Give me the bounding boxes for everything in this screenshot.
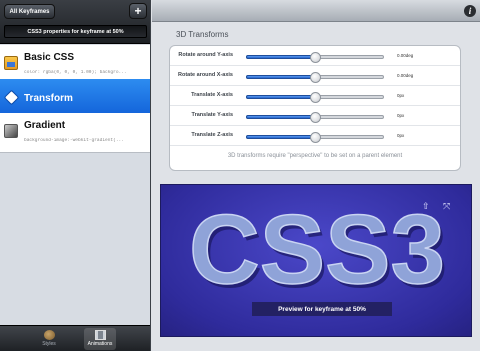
- slider-fill: [246, 95, 314, 99]
- tab-label: Styles: [42, 341, 56, 347]
- list-item-title: Transform: [24, 93, 73, 104]
- tab-label: Animations: [87, 341, 113, 347]
- preview-caption: Preview for keyframe at 50%: [252, 302, 392, 316]
- translate-z-slider[interactable]: [246, 132, 384, 143]
- palette-icon: [43, 330, 55, 340]
- keyframe-preview: CSS3 CSS3 ⇧ ⤧ Preview for keyframe at 50…: [160, 184, 472, 337]
- row-value: 0.00deg: [397, 73, 414, 78]
- row-label: Rotate around Y-axis: [178, 52, 233, 58]
- transforms-panel: Rotate around Y-axis 0.00deg Rotate arou…: [169, 45, 461, 171]
- tab-animations[interactable]: Animations: [84, 328, 116, 350]
- tab-styles[interactable]: Styles: [33, 328, 65, 350]
- row-label: Translate X-axis: [191, 92, 233, 98]
- list-item-title: Basic CSS: [24, 52, 75, 63]
- expand-icon[interactable]: ⤧: [443, 201, 450, 212]
- slider-fill: [246, 135, 314, 139]
- rotate-y-row: Rotate around Y-axis 0.00deg: [170, 46, 460, 66]
- row-value: 0px: [397, 113, 405, 118]
- all-keyframes-button[interactable]: All Keyframes: [4, 4, 55, 19]
- perspective-note: 3D transforms require "perspective" to b…: [227, 153, 403, 159]
- slider-knob[interactable]: [310, 112, 321, 123]
- preview-text: CSS3: [189, 194, 445, 304]
- row-value: 0.00deg: [397, 53, 414, 58]
- translate-y-slider[interactable]: [246, 112, 384, 123]
- section-title: 3D Transforms: [176, 30, 229, 39]
- transform-icon: [3, 89, 20, 106]
- css-palette-icon: [4, 56, 18, 70]
- list-item-detail: color: rgba(0, 0, 0, 1.00); backgro...: [24, 70, 127, 75]
- slider-knob[interactable]: [310, 52, 321, 63]
- add-button[interactable]: +: [129, 3, 147, 19]
- slider-fill: [246, 75, 314, 79]
- rotate-y-slider[interactable]: [246, 52, 384, 63]
- translate-x-row: Translate X-axis 0px: [170, 86, 460, 106]
- film-icon: [94, 330, 106, 340]
- slider-knob[interactable]: [310, 132, 321, 143]
- list-item-title: Gradient: [24, 120, 66, 131]
- arrow-up-icon[interactable]: ⇧: [422, 201, 430, 212]
- sidebar-tabbar: Styles Animations: [0, 325, 150, 351]
- row-value: 0px: [397, 93, 405, 98]
- translate-z-row: Translate Z-axis 0px: [170, 126, 460, 146]
- keyframe-caption: CSS3 properties for keyframe at 50%: [4, 25, 147, 38]
- row-label: Translate Y-axis: [191, 112, 233, 118]
- info-icon[interactable]: i: [464, 5, 476, 17]
- list-item-gradient[interactable]: Gradient background-image:-webkit-gradie…: [0, 113, 150, 153]
- rotate-x-row: Rotate around X-axis 0.00deg: [170, 66, 460, 86]
- slider-fill: [246, 55, 314, 59]
- sidebar-toolbar: All Keyframes + CSS3 properties for keyf…: [0, 0, 150, 44]
- row-label: Translate Z-axis: [191, 132, 233, 138]
- main-toolbar: [152, 0, 480, 22]
- slider-knob[interactable]: [310, 72, 321, 83]
- row-label: Rotate around X-axis: [177, 72, 233, 78]
- row-value: 0px: [397, 133, 405, 138]
- gradient-icon: [4, 124, 18, 138]
- translate-y-row: Translate Y-axis 0px: [170, 106, 460, 126]
- slider-knob[interactable]: [310, 92, 321, 103]
- keyframe-sidebar: All Keyframes + CSS3 properties for keyf…: [0, 0, 151, 351]
- list-item-detail: background-image:-webkit-gradient(...: [24, 138, 124, 143]
- slider-fill: [246, 115, 314, 119]
- translate-x-slider[interactable]: [246, 92, 384, 103]
- rotate-x-slider[interactable]: [246, 72, 384, 83]
